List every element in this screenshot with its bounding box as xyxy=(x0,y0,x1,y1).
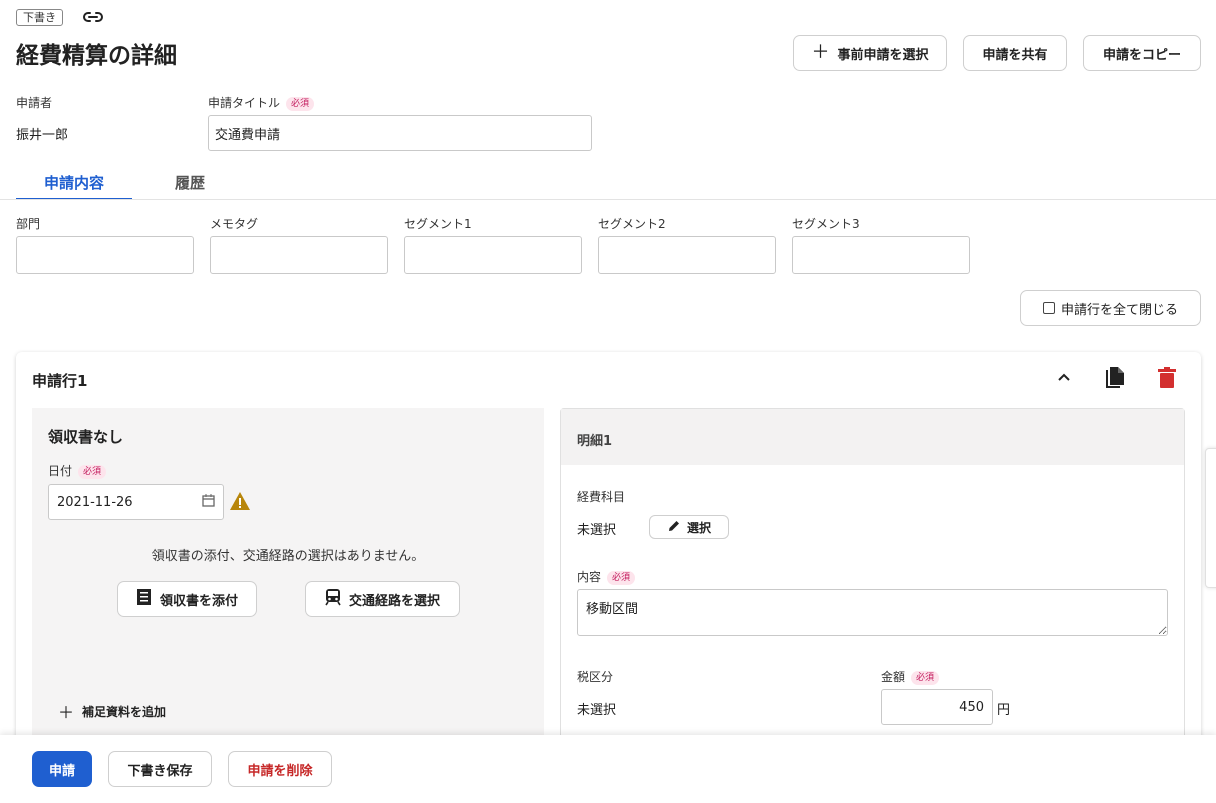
select-route-button[interactable]: 交通経路を選択 xyxy=(305,581,460,617)
application-line-title: 申請行1 xyxy=(32,372,88,390)
chevron-up-icon[interactable] xyxy=(1053,366,1075,388)
add-supplement-label: 補足資料を追加 xyxy=(82,704,167,719)
copy-icon[interactable] xyxy=(1104,366,1126,390)
tab-divider xyxy=(0,199,1216,200)
memo-tag-input[interactable] xyxy=(210,236,388,274)
segment1-label: セグメント1 xyxy=(404,217,472,231)
amount-label: 金額 必須 xyxy=(881,668,940,685)
segment3-input[interactable] xyxy=(792,236,970,274)
date-label: 日付 必須 xyxy=(48,462,107,479)
pencil-icon xyxy=(667,519,681,536)
required-badge: 必須 xyxy=(911,670,940,685)
train-icon xyxy=(325,588,341,610)
attach-receipt-label: 領収書を添付 xyxy=(159,593,238,609)
required-badge: 必須 xyxy=(78,464,107,479)
status-badge: 下書き xyxy=(16,9,63,26)
copy-request-button[interactable]: 申請をコピー xyxy=(1083,35,1201,71)
receipt-icon xyxy=(136,588,152,610)
request-title-label-text: 申請タイトル xyxy=(208,96,281,110)
segment2-label: セグメント2 xyxy=(598,217,666,231)
department-label: 部門 xyxy=(16,217,41,231)
collapse-all-button[interactable]: 申請行を全て閉じる xyxy=(1020,290,1201,326)
submit-button[interactable]: 申請 xyxy=(32,751,92,787)
warning-icon xyxy=(229,490,251,512)
date-value: 2021-11-26 xyxy=(57,494,133,510)
date-input[interactable]: 2021-11-26 xyxy=(48,484,224,520)
trash-icon[interactable] xyxy=(1157,366,1177,390)
date-label-text: 日付 xyxy=(48,464,73,478)
checkbox-icon[interactable] xyxy=(1042,302,1055,314)
calendar-icon[interactable] xyxy=(202,493,215,511)
account-label: 経費科目 xyxy=(577,490,626,504)
segment2-input[interactable] xyxy=(598,236,776,274)
amount-label-text: 金額 xyxy=(881,670,906,684)
applicant-label: 申請者 xyxy=(16,96,53,110)
save-draft-button[interactable]: 下書き保存 xyxy=(108,751,212,787)
segment3-label: セグメント3 xyxy=(792,217,860,231)
page-title: 経費精算の詳細 xyxy=(16,43,177,69)
collapse-all-label: 申請行を全て閉じる xyxy=(1060,302,1178,318)
department-input[interactable] xyxy=(16,236,194,274)
content-label-text: 内容 xyxy=(577,570,602,584)
request-title-input[interactable] xyxy=(208,115,592,151)
no-receipt-message: 領収書の添付、交通経路の選択はありません。 xyxy=(151,549,425,564)
select-prior-request-label: 事前申請を選択 xyxy=(837,47,929,63)
receipt-panel xyxy=(32,408,544,748)
applicant-name: 振井一郎 xyxy=(16,128,69,143)
tax-value: 未選択 xyxy=(577,703,617,718)
link-icon[interactable] xyxy=(82,8,104,26)
tax-label: 税区分 xyxy=(577,670,614,684)
required-badge: 必須 xyxy=(607,570,636,585)
content-textarea[interactable]: 移動区間 xyxy=(577,589,1168,636)
amount-unit: 円 xyxy=(997,703,1011,718)
amount-input[interactable] xyxy=(881,689,993,725)
content-label: 内容 必須 xyxy=(577,568,636,585)
select-route-label: 交通経路を選択 xyxy=(348,593,440,609)
delete-request-button[interactable]: 申請を削除 xyxy=(228,751,332,787)
plus-icon: ＋ xyxy=(58,703,75,722)
memo-tag-label: メモタグ xyxy=(210,217,259,231)
receipt-heading: 領収書なし xyxy=(48,428,124,446)
attach-receipt-button[interactable]: 領収書を添付 xyxy=(117,581,257,617)
plus-icon: ＋ xyxy=(811,42,830,63)
segment1-input[interactable] xyxy=(404,236,582,274)
detail-heading: 明細1 xyxy=(577,434,613,449)
side-panel-handle[interactable] xyxy=(1205,448,1216,588)
add-supplement-link[interactable]: ＋ 補足資料を追加 xyxy=(58,699,166,723)
select-prior-request-button[interactable]: ＋ 事前申請を選択 xyxy=(793,35,947,71)
select-account-label: 選択 xyxy=(686,520,711,535)
detail-header xyxy=(561,409,1184,465)
account-value: 未選択 xyxy=(577,523,617,538)
share-request-button[interactable]: 申請を共有 xyxy=(963,35,1067,71)
tab-history[interactable]: 履歴 xyxy=(132,172,248,200)
required-badge: 必須 xyxy=(286,96,315,111)
select-account-button[interactable]: 選択 xyxy=(649,515,729,539)
request-title-label: 申請タイトル 必須 xyxy=(208,94,315,111)
tab-application-content[interactable]: 申請内容 xyxy=(16,172,132,200)
